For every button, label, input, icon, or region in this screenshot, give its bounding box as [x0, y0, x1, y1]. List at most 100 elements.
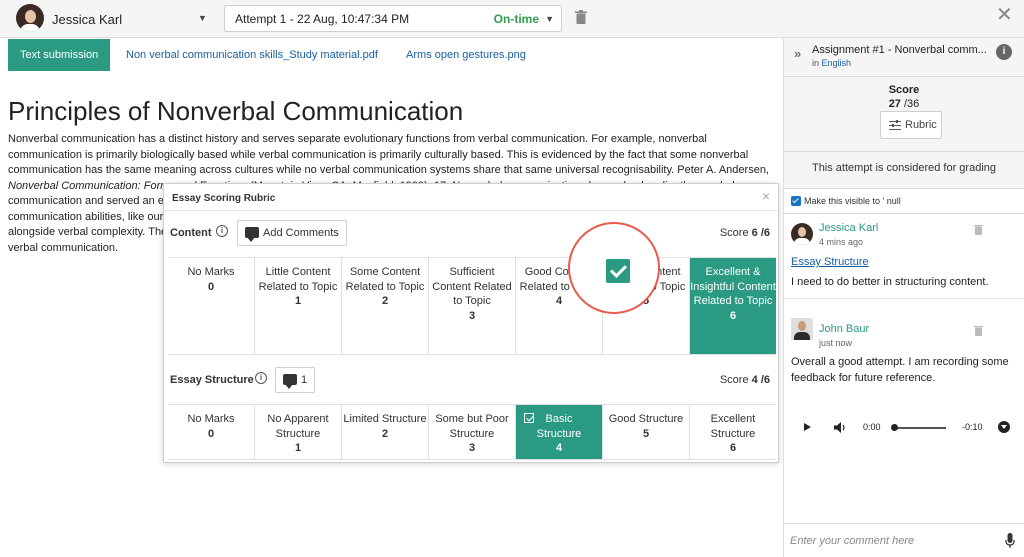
info-icon[interactable]: i: [255, 372, 267, 384]
rubric-cell[interactable]: Good Structure 5: [603, 405, 690, 460]
attempt-dropdown[interactable]: Attempt 1 - 22 Aug, 10:47:34 PM On-time …: [224, 5, 562, 32]
microphone-icon[interactable]: [1005, 533, 1015, 549]
volume-icon[interactable]: [834, 422, 846, 433]
zoom-callout: [568, 222, 660, 314]
attempt-label: Attempt 1 - 22 Aug, 10:47:34 PM: [235, 12, 410, 26]
comment-rubric-link[interactable]: Essay Structure: [791, 256, 869, 268]
comment-author[interactable]: John Baur: [819, 323, 869, 335]
trash-icon[interactable]: [974, 325, 983, 336]
score-label: Score: [719, 374, 749, 386]
rubric-cell[interactable]: No Apparent Structure 1: [255, 405, 342, 460]
comment-input[interactable]: Enter your comment here: [784, 523, 1024, 557]
document-title: Principles of Nonverbal Communication: [8, 96, 464, 126]
trash-icon[interactable]: [974, 224, 983, 235]
add-comments-button[interactable]: Add Comments: [237, 220, 347, 246]
cell-points: 6: [729, 442, 737, 454]
comment-author[interactable]: Jessica Karl: [819, 222, 878, 234]
cell-points: 1: [294, 442, 302, 454]
document-paragraph: Nonverbal communication has a distinct h…: [8, 133, 769, 176]
visibility-label: Make this visible to ' null: [804, 196, 901, 206]
trash-icon[interactable]: [575, 10, 587, 24]
cell-points: 4: [555, 442, 563, 454]
criterion-score: Score 4 /6: [720, 374, 770, 386]
comments-count-button[interactable]: 1: [275, 367, 316, 393]
visibility-option: Make this visible to ' null: [784, 188, 1024, 214]
comments-count: 1: [301, 374, 308, 386]
language-prefix: in: [812, 58, 820, 68]
sliders-icon: [889, 120, 901, 130]
rubric-levels-structure: No Marks 0 No Apparent Structure 1 Limited…: [168, 404, 776, 460]
document-line: communication and served an e: [8, 195, 164, 207]
audio-seek-handle[interactable]: [891, 424, 898, 431]
rubric-cell[interactable]: Excellent Structure 6: [690, 405, 776, 460]
score-value: 4 /6: [751, 374, 770, 386]
double-chevron-right-icon[interactable]: »: [794, 46, 801, 61]
cell-label: Sufficient Content Related to Topic: [432, 266, 512, 307]
tab-arms-open-gestures-png[interactable]: Arms open gestures.png: [394, 39, 538, 71]
avatar: [791, 223, 813, 245]
score-value: 27: [888, 98, 901, 110]
assignment-language: in English: [812, 58, 851, 68]
info-icon[interactable]: i: [216, 225, 228, 237]
rubric-cell[interactable]: Little Content Related to Topic 1: [255, 258, 342, 355]
rubric-cell[interactable]: Some Content Related to Topic 2: [342, 258, 429, 355]
document-line: alongside verbal complexity. The: [8, 226, 168, 238]
cell-points: 6: [729, 309, 737, 322]
chevron-down-icon: ▼: [545, 14, 554, 24]
audio-player: 0:00 -0:10: [784, 414, 1024, 442]
cell-label: Some Content Related to Topic: [345, 266, 425, 293]
cell-points: 2: [381, 295, 389, 307]
grading-panel: » Assignment #1 - Nonverbal comm... in E…: [783, 38, 1024, 557]
comment-time: 4 mins ago: [819, 237, 864, 247]
attempt-status-badge: On-time: [493, 12, 539, 26]
chevron-down-icon[interactable]: ▼: [198, 13, 207, 23]
user-name[interactable]: Jessica Karl: [52, 12, 122, 27]
score-heading: Score: [888, 84, 920, 96]
cell-points: 0: [207, 427, 215, 440]
comment-input-placeholder: Enter your comment here: [790, 535, 915, 547]
rubric-cell[interactable]: Some but Poor Structure 3: [429, 405, 516, 460]
rubric-cell[interactable]: No Marks 0: [168, 405, 255, 460]
comments-list: Jessica Karl 4 mins ago Essay Structure …: [784, 214, 1024, 526]
close-icon[interactable]: ×: [762, 188, 770, 204]
cell-label: No Marks: [187, 413, 235, 425]
criterion-label-content: Content: [170, 227, 212, 239]
divider: [784, 76, 1024, 77]
cell-points: 2: [381, 427, 389, 440]
rubric-button[interactable]: Rubric: [880, 111, 942, 139]
score-value: 6 /6: [751, 227, 770, 239]
cell-points: 1: [294, 295, 302, 307]
comment-text: I need to do better in structuring conte…: [791, 276, 989, 288]
score-label: Score: [719, 227, 749, 239]
tab-text-submission[interactable]: Text submission: [8, 39, 111, 71]
cell-label: Limited Structure: [343, 413, 427, 425]
cell-label: Some but Poor Structure: [435, 413, 509, 440]
cell-points: 5: [642, 427, 650, 440]
download-icon[interactable]: [998, 421, 1010, 433]
play-icon[interactable]: [804, 423, 811, 431]
user-avatar[interactable]: [16, 4, 44, 32]
visibility-checkbox[interactable]: [791, 196, 801, 206]
rubric-cell-selected[interactable]: Excellent & Insightful Content Related t…: [690, 258, 776, 355]
assignment-title: Assignment #1 - Nonverbal comm...: [812, 44, 987, 56]
rubric-cell-selected[interactable]: Basic Structure 4: [516, 405, 603, 460]
comment-bubble-icon: [245, 227, 259, 242]
criterion-label-essay-structure: Essay Structure: [170, 374, 254, 386]
info-icon[interactable]: i: [996, 44, 1012, 60]
checkbox-icon: [524, 413, 534, 423]
audio-seek-bar[interactable]: [894, 427, 946, 429]
tab-study-material-pdf[interactable]: Non verbal communication skills_Study ma…: [114, 39, 390, 71]
rubric-cell[interactable]: No Marks 0: [168, 258, 255, 355]
rubric-title: Essay Scoring Rubric: [172, 193, 276, 204]
rubric-button-label: Rubric: [905, 119, 937, 131]
rubric-cell[interactable]: Limited Structure 2: [342, 405, 429, 460]
audio-current-time: 0:00: [863, 422, 881, 432]
document-line: communication abilities, like our: [8, 210, 164, 223]
rubric-cell[interactable]: Sufficient Content Related to Topic 3: [429, 258, 516, 355]
rubric-levels-content: No Marks 0 Little Content Related to Topi…: [168, 257, 776, 355]
comment-bubble-icon: [283, 374, 297, 389]
cell-points: 0: [207, 280, 215, 293]
criterion-score: Score 6 /6: [720, 227, 770, 239]
cell-label: Excellent Structure: [710, 413, 756, 440]
close-icon[interactable]: ✕: [996, 5, 1013, 25]
